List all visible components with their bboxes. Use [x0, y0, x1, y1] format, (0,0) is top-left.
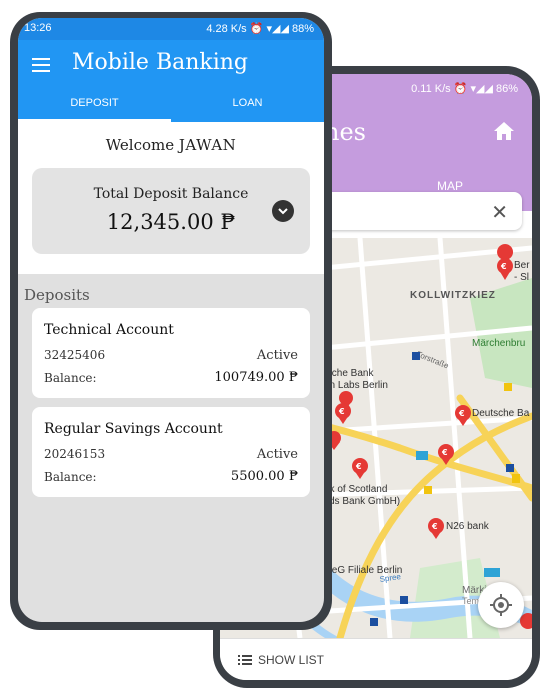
svg-text:€: € [431, 522, 438, 531]
map-label-sl: - Sl [514, 272, 529, 283]
deposits-header: Deposits [24, 286, 90, 304]
app-bar: Mobile Banking [18, 40, 324, 90]
account-card[interactable]: Technical Account 32425406 Active Balanc… [32, 308, 310, 398]
account-balance: 5500.00 ₱ [230, 469, 298, 484]
tab-deposit[interactable]: DEPOSIT [18, 90, 171, 122]
map-label-labs-berlin: on Labs Berlin [324, 380, 388, 391]
account-number: 20246153 [44, 447, 106, 461]
show-list-label: SHOW LIST [258, 653, 325, 667]
menu-icon[interactable] [32, 58, 50, 76]
map-label-lloyds: yds Bank GmbH) [324, 496, 401, 507]
list-icon [238, 655, 252, 665]
show-list-button[interactable]: SHOW LIST [238, 653, 324, 667]
my-location-button[interactable] [478, 582, 524, 628]
svg-text:€: € [458, 409, 465, 418]
map-label-marchenbru: Märchenbru [472, 338, 526, 349]
account-card[interactable]: Regular Savings Account 20246153 Active … [32, 407, 310, 497]
map-label-eg-filiale: k eG Filiale Berlin [324, 565, 403, 576]
svg-text:€: € [355, 462, 362, 471]
svg-text:€: € [500, 262, 507, 271]
account-number: 32425406 [44, 348, 106, 362]
bottom-bar: SHOW LIST [220, 638, 532, 680]
status-time: 13:26 [24, 22, 52, 34]
summary-section: Welcome JAWAN Total Deposit Balance 12,3… [18, 122, 324, 274]
total-balance-label: Total Deposit Balance [93, 186, 249, 202]
status-indicators: 0.11 K/s ⏰ ▾◢◢ 86% [411, 83, 518, 95]
expand-button[interactable] [272, 200, 294, 222]
app-title: Mobile Banking [72, 50, 249, 75]
welcome-message: Welcome JAWAN [18, 136, 324, 154]
welcome-prefix: Welcome [105, 136, 175, 154]
front-phone-screen: 13:26 4.28 K/s ⏰ ▾◢◢ 88% Mobile Banking … [18, 18, 324, 622]
svg-text:€: € [338, 407, 345, 416]
map-label-bank-of-scotland: nk of Scotland [324, 484, 388, 495]
user-name: JAWAN [178, 136, 237, 154]
map-label-n26: N26 bank [446, 521, 489, 532]
total-balance-amount: 12,345.00 ₱ [106, 210, 236, 234]
balance-label: Balance: [44, 470, 97, 484]
account-name: Regular Savings Account [44, 421, 223, 437]
account-name: Technical Account [44, 322, 174, 338]
tab-bar: DEPOSIT LOAN [18, 90, 324, 122]
map-label-deutsche-bank-right: Deutsche Ba [472, 408, 530, 419]
map-label-ber: Ber [514, 260, 530, 271]
total-balance-card: Total Deposit Balance 12,345.00 ₱ [32, 168, 310, 254]
chevron-down-icon [278, 208, 288, 215]
home-icon[interactable] [494, 122, 514, 145]
tab-loan[interactable]: LOAN [171, 90, 324, 122]
balance-label: Balance: [44, 371, 97, 385]
account-status: Active [256, 348, 298, 363]
close-icon[interactable]: ✕ [491, 200, 508, 225]
account-status: Active [256, 447, 298, 462]
status-bar: 13:26 4.28 K/s ⏰ ▾◢◢ 88% [18, 18, 324, 40]
svg-text:€: € [441, 448, 448, 457]
map-label-kollwitzkiez: KOLLWITZKIEZ [410, 290, 496, 301]
status-indicators: 4.28 K/s ⏰ ▾◢◢ 88% [206, 23, 314, 35]
account-balance: 100749.00 ₱ [214, 370, 298, 385]
crosshair-icon [490, 594, 512, 616]
